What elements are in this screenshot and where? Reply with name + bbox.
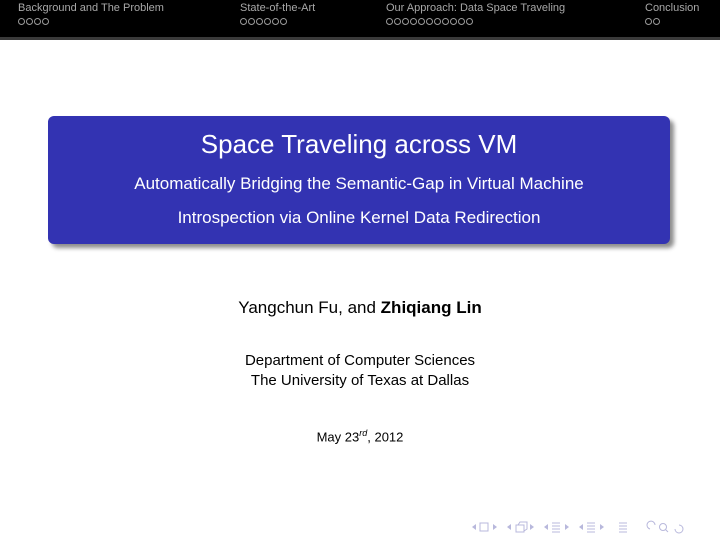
frame-dot[interactable]	[426, 18, 433, 25]
frame-dot[interactable]	[434, 18, 441, 25]
section-label[interactable]: Conclusion	[645, 2, 699, 14]
frame-dot[interactable]	[442, 18, 449, 25]
frame-dot[interactable]	[466, 18, 473, 25]
section-label[interactable]: Our Approach: Data Space Traveling	[386, 2, 565, 14]
frame-dot[interactable]	[264, 18, 271, 25]
frame-dot[interactable]	[256, 18, 263, 25]
frame-dots	[240, 16, 315, 29]
frame-dot[interactable]	[272, 18, 279, 25]
institute-department: Department of Computer Sciences	[244, 352, 476, 369]
frame-dot[interactable]	[42, 18, 49, 25]
subsection-nav-icon[interactable]	[507, 521, 534, 533]
frame-dot[interactable]	[248, 18, 255, 25]
frame-dots	[386, 16, 565, 29]
subtitle-line-2: Introspection via Online Kernel Data Red…	[177, 208, 541, 227]
title-block: Space Traveling across VM Automatically …	[48, 116, 670, 244]
frame-dots	[645, 16, 699, 29]
nav-section-our-approach[interactable]: Our Approach: Data Space Traveling	[386, 2, 565, 29]
frame-dot[interactable]	[280, 18, 287, 25]
frame-dots	[18, 16, 164, 29]
date-suffix: , 2012	[367, 429, 404, 445]
frame-dot[interactable]	[410, 18, 417, 25]
frame-dot[interactable]	[402, 18, 409, 25]
frame-dot[interactable]	[645, 18, 652, 25]
frame-dot[interactable]	[18, 18, 25, 25]
section-label[interactable]: Background and The Problem	[18, 2, 164, 14]
authors: Yangchun Fu, and Zhiqiang Lin	[0, 298, 720, 318]
date: May 23rd, 2012	[0, 428, 720, 444]
appendix-icon[interactable]	[619, 522, 627, 533]
date-prefix: May 23	[316, 429, 360, 445]
author-regular: Yangchun Fu, and	[238, 298, 381, 317]
section-nav-icon[interactable]	[544, 522, 569, 533]
frame-dot[interactable]	[34, 18, 41, 25]
nav-symbols-svg	[472, 520, 684, 534]
document-nav-icon[interactable]	[579, 522, 604, 533]
subtitle-line-1: Automatically Bridging the Semantic-Gap …	[134, 174, 584, 193]
nav-section-state-of-the-art[interactable]: State-of-the-Art	[240, 2, 315, 29]
frame-dot[interactable]	[394, 18, 401, 25]
frame-dot[interactable]	[418, 18, 425, 25]
frame-dot[interactable]	[653, 18, 660, 25]
search-icon[interactable]	[646, 520, 684, 534]
section-label[interactable]: State-of-the-Art	[240, 2, 315, 14]
frame-dot[interactable]	[386, 18, 393, 25]
section-navigation-bar: Background and The Problem State-of-the-…	[0, 0, 720, 40]
nav-section-conclusion[interactable]: Conclusion	[645, 2, 699, 29]
author-bold: Zhiqiang Lin	[380, 298, 482, 317]
institute-university: The University of Texas at Dallas	[250, 372, 470, 389]
institute: Department of Computer Sciences The Univ…	[0, 351, 720, 391]
frame-dot[interactable]	[450, 18, 457, 25]
presentation-title: Space Traveling across VM	[200, 129, 518, 159]
frame-dot[interactable]	[240, 18, 247, 25]
frame-nav-icon[interactable]	[472, 522, 497, 532]
frame-dot[interactable]	[458, 18, 465, 25]
nav-section-background[interactable]: Background and The Problem	[18, 2, 164, 29]
frame-dot[interactable]	[26, 18, 33, 25]
